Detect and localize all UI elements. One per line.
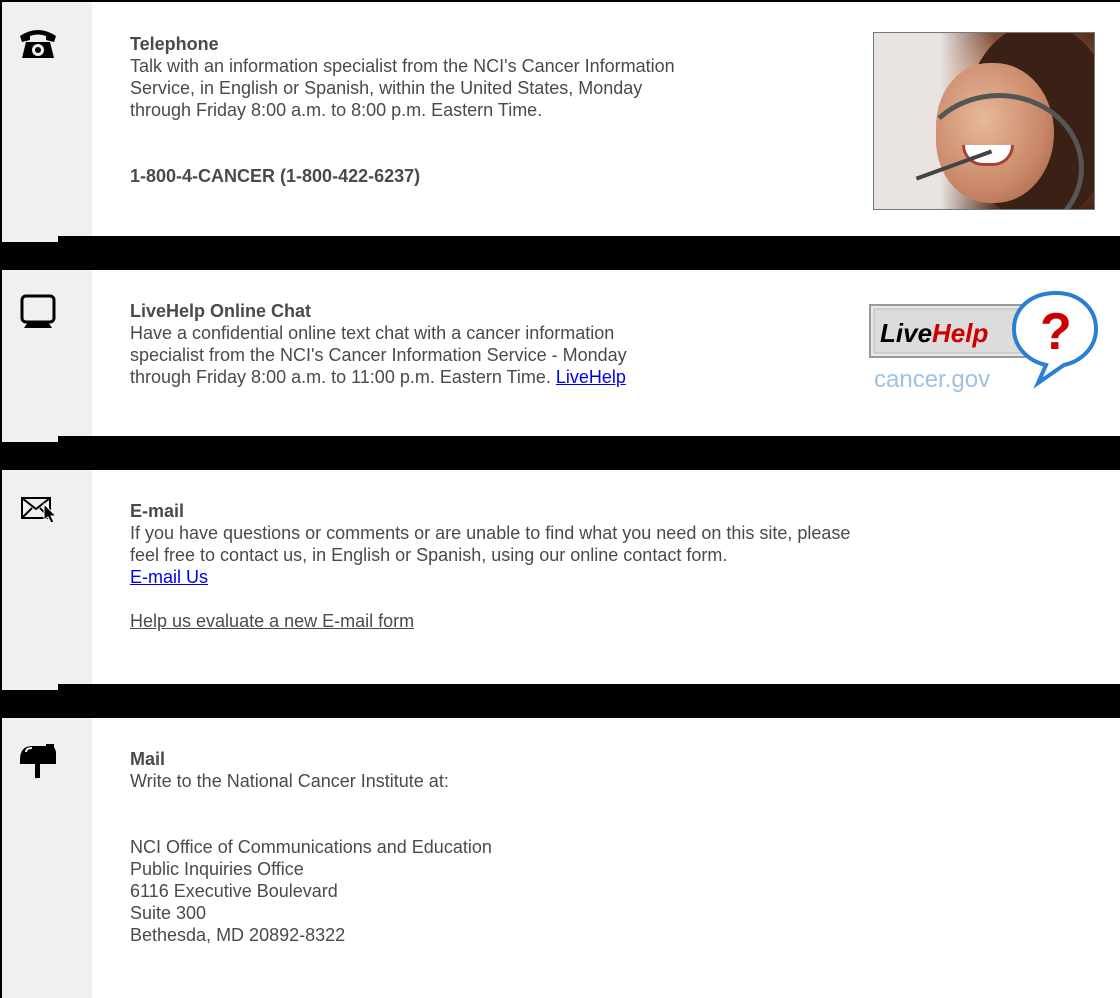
mail-title: Mail (130, 749, 166, 769)
evaluate-email-form-link[interactable]: Help us evaluate a new E-mail form (130, 611, 414, 631)
address-line-5: Bethesda, MD 20892-8322 (130, 925, 346, 945)
mail-intro: Write to the National Cancer Institute a… (130, 771, 449, 791)
address-line-3: 6116 Executive Boulevard (130, 881, 338, 901)
mailbox-icon (20, 744, 56, 778)
livehelp-logo-text: LiveHelp (880, 318, 988, 348)
livehelp-line-3-text: through Friday 8:00 a.m. to 11:00 p.m. E… (130, 367, 556, 387)
livehelp-section: LiveHelp Online Chat Have a confidential… (2, 270, 1120, 436)
livehelp-line-3: through Friday 8:00 a.m. to 11:00 p.m. E… (130, 366, 627, 388)
email-section: E-mail If you have questions or comments… (2, 470, 1120, 684)
telephone-line-3: through Friday 8:00 a.m. to 8:00 p.m. Ea… (130, 100, 543, 120)
section-divider (0, 684, 1120, 718)
frame-top-border (0, 0, 1120, 2)
livehelp-logo-text-help: Help (932, 318, 988, 348)
telephone-title: Telephone (130, 34, 219, 54)
email-line-1: If you have questions or comments or are… (130, 523, 851, 543)
telephone-line-1: Talk with an information specialist from… (130, 56, 675, 76)
livehelp-logo-text-live: Live (880, 318, 932, 348)
livehelp-logo[interactable]: LiveHelp ? cancer.gov (868, 291, 1098, 397)
address-line-1: NCI Office of Communications and Educati… (130, 837, 492, 857)
question-mark-icon: ? (1040, 303, 1072, 361)
address-line-2: Public Inquiries Office (130, 859, 304, 879)
livehelp-logo-subtext: cancer.gov (874, 366, 990, 393)
email-line-2: feel free to contact us, in English or S… (130, 545, 728, 565)
evaluate-link-line: Help us evaluate a new E-mail form (130, 610, 850, 632)
telephone-icon (20, 30, 56, 58)
email-link-line: E-mail Us (130, 566, 850, 588)
section-divider (0, 436, 1120, 470)
livehelp-title: LiveHelp Online Chat (130, 301, 312, 321)
section-divider (0, 236, 1120, 270)
livehelp-line-1: Have a confidential online text chat wit… (130, 323, 615, 343)
mail-content: Mail Write to the National Cancer Instit… (130, 748, 492, 946)
telephone-section: Telephone Talk with an information speci… (2, 2, 1120, 236)
contact-page: Telephone Talk with an information speci… (0, 0, 1120, 998)
computer-monitor-icon (20, 294, 56, 328)
envelope-cursor-icon (21, 497, 58, 524)
email-content: E-mail If you have questions or comments… (130, 500, 850, 632)
address-line-4: Suite 300 (130, 903, 207, 923)
information-specialist-photo (873, 32, 1095, 210)
livehelp-line-2: specialist from the NCI's Cancer Informa… (130, 345, 627, 365)
livehelp-content: LiveHelp Online Chat Have a confidential… (130, 300, 627, 388)
email-title: E-mail (130, 501, 185, 521)
email-us-link[interactable]: E-mail Us (130, 567, 208, 587)
telephone-number: 1-800-4-CANCER (1-800-422-6237) (130, 166, 421, 186)
frame-left-border (0, 0, 2, 998)
telephone-content: Telephone Talk with an information speci… (130, 33, 675, 187)
livehelp-link[interactable]: LiveHelp (556, 367, 626, 387)
mail-section: Mail Write to the National Cancer Instit… (2, 718, 1120, 998)
telephone-line-2: Service, in English or Spanish, within t… (130, 78, 643, 98)
